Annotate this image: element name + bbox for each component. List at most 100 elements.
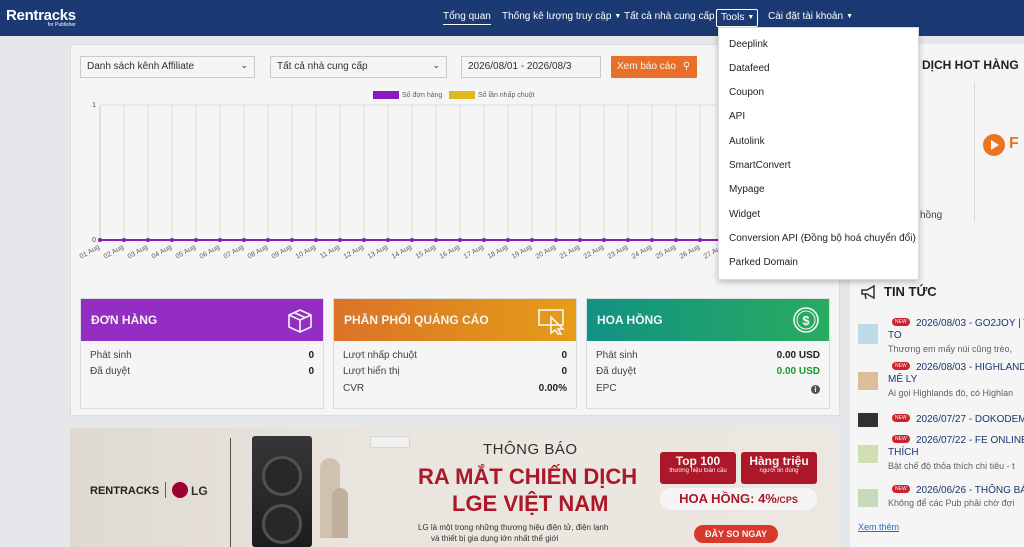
nav-traffic-stats[interactable]: Thống kê lượng truy cập ▼ (502, 11, 621, 22)
orders-row-approved: Đã duyệt 0 (90, 366, 314, 377)
rentracks-logo[interactable]: Rentracks for Publisher (6, 8, 76, 28)
banner-cta-button[interactable]: ĐĂY SO NGAY (694, 525, 778, 543)
badge-millions-big: Hàng triệu (749, 454, 809, 468)
date-range-value: 2026/08/01 - 2026/08/3 (468, 61, 572, 72)
dollar-circle-icon: $ (793, 307, 819, 333)
nav-overview[interactable]: Tổng quan (443, 11, 491, 25)
x-tick-label: 04 Aug (151, 244, 173, 261)
legend-swatch (373, 91, 399, 99)
hot-logo-text: F (1009, 135, 1019, 152)
hot-campaign-title: N DỊCH HOT HÀNG (910, 58, 1019, 72)
x-tick-label: 16 Aug (439, 244, 461, 261)
data-point (266, 238, 270, 242)
data-point (410, 238, 414, 242)
row-value: 0 (308, 366, 314, 377)
data-point (530, 238, 534, 242)
news-item[interactable]: NEW 2026/07/22 - FE ONLINE THÍCH Bật chế… (858, 435, 1024, 475)
data-point (674, 238, 678, 242)
legend-label: Số lần nhấp chuột (478, 91, 535, 99)
nav-account-settings[interactable]: Cài đặt tài khoản ▼ (768, 11, 853, 22)
lg-campaign-banner[interactable]: RENTRACKS LG THÔNG BÁO RA MẮT CHIẾN DỊCH… (70, 428, 840, 547)
news-thumbnail (858, 372, 878, 390)
x-tick-label: 06 Aug (199, 244, 221, 261)
menu-item-smartconvert[interactable]: SmartConvert (729, 160, 791, 171)
menu-item-deeplink[interactable]: Deeplink (729, 39, 768, 50)
news-item[interactable]: NEW 2026/08/03 - GO2JOY | T TO Thương em… (858, 318, 1024, 358)
data-point (122, 238, 126, 242)
data-point (650, 238, 654, 242)
news-item[interactable]: NEW 2026/06/26 - THÔNG BÁO Không để các … (858, 485, 1024, 515)
commission-pill-unit: /CPS (776, 495, 798, 505)
channel-select[interactable]: Danh sách kênh Affiliate ⌄ (80, 56, 255, 78)
x-tick-label: 20 Aug (535, 244, 557, 261)
row-label: CVR (343, 383, 365, 394)
y-tick-label: 1 (92, 102, 96, 109)
data-point (362, 238, 366, 242)
lg-logo-icon (172, 482, 188, 498)
data-point (242, 238, 246, 242)
ads-card: PHÂN PHỐI QUẢNG CÁO Lượt nhấp chuột 0 Lư… (333, 298, 577, 409)
news-title: TIN TỨC (884, 284, 937, 299)
orders-card-title: ĐƠN HÀNG (91, 313, 158, 327)
air-conditioner-image (370, 436, 410, 448)
x-tick-label: 02 Aug (103, 244, 125, 261)
x-tick-label: 23 Aug (607, 244, 629, 261)
bullhorn-icon (861, 284, 875, 300)
legend-item-orders[interactable]: Số đơn hàng (373, 91, 442, 99)
date-range-input[interactable]: 2026/08/01 - 2026/08/3 (461, 56, 601, 78)
legend-swatch (449, 91, 475, 99)
info-icon[interactable]: i (811, 385, 820, 394)
new-badge: NEW (892, 318, 910, 326)
ads-row-cvr: CVR 0.00% (343, 383, 567, 394)
play-logo-icon (983, 134, 1005, 156)
legend-label: Số đơn hàng (402, 91, 443, 99)
news-item-title: 2026/06/26 - THÔNG BÁO (916, 485, 1024, 496)
menu-item-coupon[interactable]: Coupon (729, 87, 764, 98)
orders-row-generated: Phát sinh 0 (90, 350, 314, 361)
provider-select[interactable]: Tất cả nhà cung cấp ⌄ (270, 56, 447, 78)
menu-item-mypage[interactable]: Mypage (729, 184, 765, 195)
menu-item-api[interactable]: API (729, 111, 745, 122)
y-axis-ticks: 10 (92, 102, 96, 244)
news-item-title: 2026/07/22 - FE ONLINE (916, 435, 1024, 446)
menu-item-widget[interactable]: Widget (729, 209, 760, 220)
see-more-link[interactable]: Xem thêm (858, 522, 899, 532)
banner-headline-1: RA MẮT CHIẾN DỊCH (418, 464, 638, 489)
nav-account-settings-label: Cài đặt tài khoản (768, 11, 844, 22)
menu-item-datafeed[interactable]: Datafeed (729, 63, 770, 74)
data-point (194, 238, 198, 242)
menu-item-autolink[interactable]: Autolink (729, 136, 765, 147)
svg-text:$: $ (802, 313, 810, 328)
badge-millions-small: người tin dùng (759, 468, 799, 474)
x-tick-label: 07 Aug (223, 244, 245, 261)
menu-item-parked-domain[interactable]: Parked Domain (729, 257, 798, 268)
chevron-down-icon: ⌄ (432, 60, 440, 70)
badge-top100: Top 100 thương hiệu toàn cầu (660, 452, 736, 484)
caret-down-icon: ▼ (846, 12, 853, 20)
hot-campaign-sub: hồng (920, 210, 943, 221)
view-report-button[interactable]: Xem báo cáo ⚲ (611, 56, 697, 78)
row-value: 0 (561, 350, 567, 361)
banner-divider (230, 438, 231, 547)
new-badge: NEW (892, 362, 910, 370)
data-point (506, 238, 510, 242)
x-tick-label: 17 Aug (463, 244, 485, 261)
data-point (386, 238, 390, 242)
news-item[interactable]: NEW 2026/07/27 - DOKODEMO (858, 413, 1024, 431)
news-item-title-2: THÍCH (888, 447, 919, 458)
data-point (218, 238, 222, 242)
child-figure-image (332, 488, 348, 538)
menu-item-conversion-api[interactable]: Conversion API (Đồng bộ hoá chuyển đổi) (729, 233, 916, 244)
x-tick-label: 09 Aug (271, 244, 293, 261)
x-tick-label: 18 Aug (487, 244, 509, 261)
x-tick-label: 05 Aug (175, 244, 197, 261)
nav-all-providers[interactable]: Tất cả nhà cung cấp (624, 11, 715, 22)
data-point (554, 238, 558, 242)
view-report-label: Xem báo cáo (617, 61, 676, 72)
news-item[interactable]: NEW 2026/08/03 - HIGHLANDS MÊ LY Ai gọi … (858, 362, 1024, 402)
row-value: 0 (561, 366, 567, 377)
legend-item-clicks[interactable]: Số lần nhấp chuột (449, 91, 534, 99)
row-value: 0.00 USD (776, 366, 820, 377)
nav-tools[interactable]: Tools ▼ (716, 9, 758, 27)
hot-campaign-slide[interactable]: F (974, 82, 1024, 222)
